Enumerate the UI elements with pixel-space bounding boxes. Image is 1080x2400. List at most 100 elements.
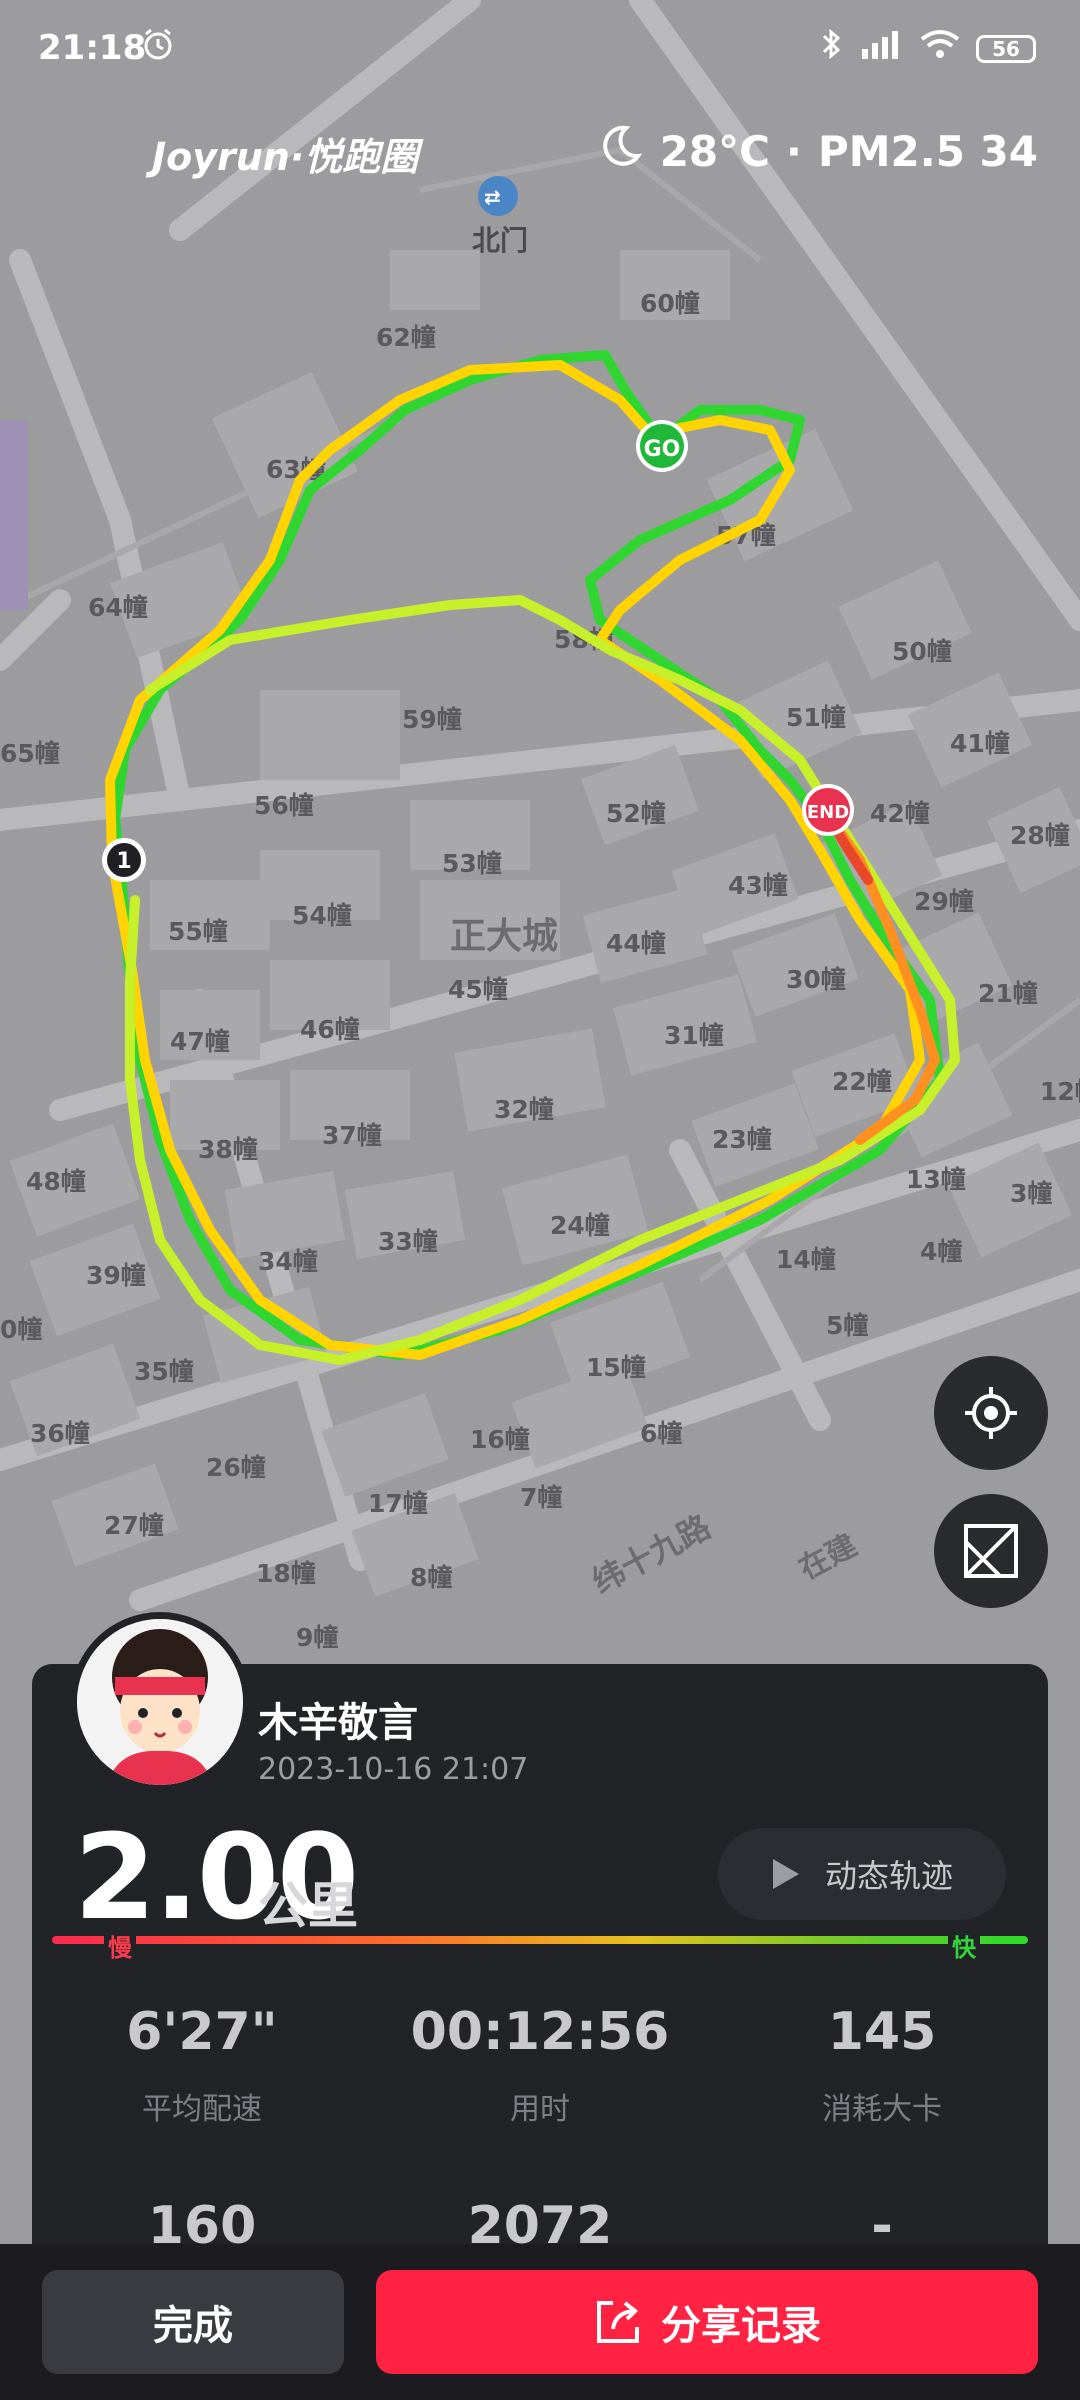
moon-icon	[596, 122, 644, 180]
stat-calories: 145 消耗大卡	[722, 2002, 1042, 2128]
building-label: 33幢	[378, 1227, 438, 1256]
building-label: 42幢	[870, 799, 930, 828]
start-marker: GO	[636, 420, 688, 472]
battery-icon: 56	[976, 34, 1036, 63]
building-label: 46幢	[300, 1015, 360, 1044]
building-label: 31幢	[664, 1021, 724, 1050]
temperature: 28°C	[659, 126, 770, 176]
svg-text:END: END	[807, 802, 849, 823]
building-label: 50幢	[892, 637, 952, 666]
building-label: 7幢	[520, 1483, 562, 1512]
building-label: 3幢	[1010, 1179, 1052, 1208]
building-label: 28幢	[1010, 821, 1070, 850]
building-label: 64幢	[88, 593, 148, 622]
air-quality: PM2.5 34	[817, 126, 1038, 176]
km-marker: 1	[102, 838, 146, 882]
building-label: 21幢	[978, 979, 1038, 1008]
stat-value: 00:12:56	[410, 2002, 670, 2062]
weather-info: 28°C · PM2.5 34	[596, 122, 1038, 180]
done-button[interactable]: 完成	[42, 2270, 344, 2374]
building-label: 56幢	[254, 791, 314, 820]
stat-value: 6'27"	[126, 2002, 278, 2062]
status-bar: 21:18 56	[0, 0, 1080, 96]
pace-gradient-bar	[52, 1936, 1028, 1944]
building-label: 9幢	[296, 1623, 338, 1652]
stat-label: 平均配速	[142, 2092, 262, 2127]
bluetooth-icon	[820, 26, 844, 71]
alarm-icon	[140, 26, 176, 71]
replay-track-button[interactable]: 动态轨迹	[718, 1828, 1006, 1920]
building-label: 4幢	[920, 1237, 962, 1266]
building-label: 0幢	[0, 1315, 42, 1344]
building-label: 39幢	[86, 1261, 146, 1290]
building-label: 14幢	[776, 1245, 836, 1274]
end-marker: END	[802, 784, 854, 836]
building-label: 17幢	[368, 1489, 428, 1518]
map-layer-button[interactable]	[934, 1494, 1048, 1608]
building-label: 12幢	[1040, 1077, 1080, 1106]
building-label: 54幢	[292, 901, 352, 930]
building-label: 55幢	[168, 917, 228, 946]
building-label: 15幢	[586, 1353, 646, 1382]
building-label: 16幢	[470, 1425, 530, 1454]
building-label: 18幢	[256, 1559, 316, 1588]
share-record-label: 分享记录	[661, 2303, 821, 2349]
building-label: 29幢	[914, 887, 974, 916]
building-label: 37幢	[322, 1121, 382, 1150]
share-record-button[interactable]: 分享记录	[376, 2270, 1038, 2374]
signal-icon	[858, 27, 904, 70]
building-label: 53幢	[442, 849, 502, 878]
building-label: 30幢	[786, 965, 846, 994]
locate-button[interactable]	[934, 1356, 1048, 1470]
map-layer-icon	[964, 1524, 1018, 1578]
building-label: 60幢	[640, 289, 700, 318]
slow-label: 慢	[104, 1928, 136, 1963]
district-label: 正大城	[450, 916, 558, 957]
building-label: 32幢	[494, 1095, 554, 1124]
gate-label: 北门	[472, 224, 528, 257]
user-avatar-icon	[77, 1619, 243, 1785]
building-label: 6幢	[640, 1419, 682, 1448]
share-icon	[597, 2301, 639, 2343]
stat-label: 用时	[510, 2092, 570, 2127]
building-label: 59幢	[402, 705, 462, 734]
stat-pace: 6'27" 平均配速	[42, 2002, 362, 2128]
locate-icon	[965, 1387, 1017, 1439]
replay-track-label: 动态轨迹	[824, 1857, 953, 1895]
avatar[interactable]	[70, 1612, 250, 1792]
building-label: 26幢	[206, 1453, 266, 1482]
building-label: 43幢	[728, 871, 788, 900]
status-time: 21:18	[38, 28, 147, 68]
building-label: 65幢	[0, 739, 60, 768]
building-label: 51幢	[786, 703, 846, 732]
svg-text:1: 1	[116, 849, 131, 874]
building-label: 47幢	[170, 1027, 230, 1056]
app-header: Joyrun·悦跑圈 28°C · PM2.5 34	[0, 110, 1080, 190]
stat-label: 消耗大卡	[822, 2092, 942, 2127]
record-date: 2023-10-16 21:07	[258, 1752, 529, 1787]
user-name: 木辛敬言	[258, 1700, 418, 1746]
building-label: 5幢	[826, 1311, 868, 1340]
building-label: 34幢	[258, 1247, 318, 1276]
building-label: 44幢	[606, 929, 666, 958]
play-icon	[772, 1859, 799, 1889]
stat-duration: 00:12:56 用时	[380, 2002, 700, 2128]
building-label: 52幢	[606, 799, 666, 828]
building-label: 36幢	[30, 1419, 90, 1448]
weather-separator: ·	[785, 126, 802, 176]
building-label: 8幢	[410, 1563, 452, 1592]
building-label: 45幢	[448, 975, 508, 1004]
stat-value: 145	[827, 2002, 937, 2062]
building-label: 38幢	[198, 1135, 258, 1164]
svg-text:GO: GO	[644, 437, 681, 462]
fast-label: 快	[948, 1928, 980, 1963]
distance-unit: 公里	[258, 1877, 358, 1935]
building-label: 48幢	[26, 1167, 86, 1196]
building-label: 62幢	[376, 323, 436, 352]
building-label: 35幢	[134, 1357, 194, 1386]
building-label: 22幢	[832, 1067, 892, 1096]
building-label: 27幢	[104, 1511, 164, 1540]
building-label: 24幢	[550, 1211, 610, 1240]
wifi-icon	[918, 27, 962, 70]
brand-logo: Joyrun·悦跑圈	[152, 135, 419, 179]
